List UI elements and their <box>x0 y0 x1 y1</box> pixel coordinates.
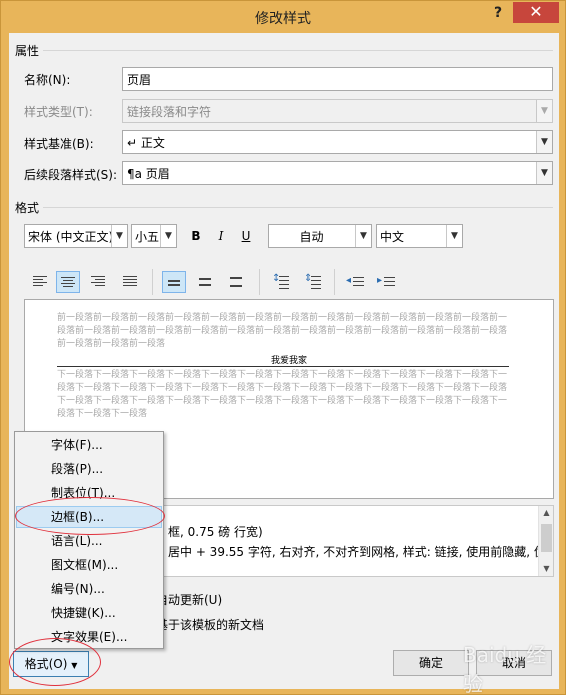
next-style-value: ¶a 页眉 <box>127 167 170 181</box>
decrease-indent-icon[interactable]: ◂ <box>344 271 368 293</box>
chevron-down-icon[interactable]: ▼ <box>536 131 552 153</box>
align-right-icon[interactable] <box>87 271 111 293</box>
style-type-label: 样式类型(T): <box>24 105 93 119</box>
justify-icon[interactable] <box>119 271 143 293</box>
format-divider <box>43 207 553 208</box>
increase-indent-icon[interactable]: ▸ <box>375 271 399 293</box>
scroll-down-icon[interactable]: ▼ <box>539 562 554 576</box>
align-left-icon[interactable] <box>29 271 53 293</box>
menu-item-paragraph[interactable]: 段落(P)... <box>16 458 162 480</box>
watermark-logo: Baidu 经验 <box>463 643 547 696</box>
format-dropdown-menu: 字体(F)... 段落(P)... 制表位(T)... 边框(B)... 语言(… <box>14 431 164 649</box>
close-button[interactable]: ✕ <box>513 2 559 23</box>
chevron-down-icon[interactable]: ▼ <box>160 225 176 247</box>
name-input[interactable]: 页眉 <box>122 67 553 91</box>
scroll-thumb[interactable] <box>541 524 552 552</box>
based-on-select[interactable]: ↵ 正文 ▼ <box>122 130 553 154</box>
toolbar-separator <box>152 269 153 295</box>
description-scrollbar[interactable]: ▲ ▼ <box>538 506 553 576</box>
help-button[interactable]: ? <box>489 5 507 25</box>
align-center-icon[interactable] <box>56 271 80 293</box>
preview-border-line <box>57 366 509 367</box>
annotation-ellipse-format <box>9 638 101 686</box>
scroll-up-icon[interactable]: ▲ <box>539 506 554 520</box>
single-spacing-icon[interactable] <box>162 271 186 293</box>
ok-button[interactable]: 确定 <box>393 650 469 676</box>
description-line-2: 居中 + 39.55 字符, 右对齐, 不对齐到网格, 样式: 链接, 使用前隐… <box>168 545 538 559</box>
toolbar-separator <box>334 269 335 295</box>
properties-section-label: 属性 <box>15 44 40 58</box>
font-select[interactable]: 宋体 (中文正文) ▼ <box>24 224 128 248</box>
chevron-down-icon[interactable]: ▼ <box>355 225 371 247</box>
menu-item-font[interactable]: 字体(F)... <box>16 434 162 456</box>
double-spacing-icon[interactable] <box>225 271 249 293</box>
dialog-body: 属性 名称(N): 页眉 样式类型(T): 链接段落和字符 ▼ 样式基准(B):… <box>9 33 559 689</box>
toolbar-separator <box>259 269 260 295</box>
bold-button[interactable]: B <box>185 225 207 247</box>
font-size-select[interactable]: 小五 ▼ <box>131 224 177 248</box>
auto-update-checkbox-label[interactable]: 自动更新(U) <box>156 591 222 608</box>
decrease-spacing-icon[interactable]: ⇕ <box>301 271 325 293</box>
font-color-value: 自动 <box>299 230 324 244</box>
font-value: 宋体 (中文正文) <box>28 230 114 244</box>
style-type-select: 链接段落和字符 ▼ <box>122 99 553 123</box>
language-select[interactable]: 中文 ▼ <box>376 224 463 248</box>
underline-button[interactable]: U <box>235 225 257 247</box>
title-bar[interactable]: 修改样式 ? ✕ <box>1 1 565 33</box>
menu-item-numbering[interactable]: 编号(N)... <box>16 578 162 600</box>
preview-next-paragraph: 下一段落下一段落下一段落下一段落下一段落下一段落下一段落下一段落下一段落下一段落… <box>57 370 508 419</box>
language-value: 中文 <box>380 230 405 244</box>
increase-spacing-icon[interactable]: ↕ <box>269 271 293 293</box>
preview-previous-paragraph: 前一段落前一段落前一段落前一段落前一段落前一段落前一段落前一段落前一段落前一段落… <box>57 313 508 349</box>
based-on-value: ↵ 正文 <box>127 136 165 150</box>
annotation-ellipse-border <box>15 497 165 535</box>
name-label: 名称(N): <box>24 73 71 87</box>
format-section-label: 格式 <box>15 201 40 215</box>
next-style-select[interactable]: ¶a 页眉 ▼ <box>122 161 553 185</box>
chevron-down-icon: ▼ <box>536 100 552 122</box>
italic-button[interactable]: I <box>210 225 232 247</box>
style-type-value: 链接段落和字符 <box>127 105 212 119</box>
description-line-1: 框, 0.75 磅 行宽) <box>168 525 263 539</box>
font-size-value: 小五 <box>135 230 160 244</box>
modify-style-dialog: 修改样式 ? ✕ 属性 名称(N): 页眉 样式类型(T): 链接段落和字符 ▼… <box>0 0 566 696</box>
chevron-down-icon[interactable]: ▼ <box>446 225 462 247</box>
font-color-select[interactable]: 自动 ▼ <box>268 224 372 248</box>
preview-sample-text: 我爱我家 <box>270 356 307 366</box>
one-half-spacing-icon[interactable] <box>194 271 218 293</box>
next-style-label: 后续段落样式(S): <box>24 168 118 182</box>
chevron-down-icon[interactable]: ▼ <box>111 225 127 247</box>
new-documents-option-label[interactable]: 基于该模板的新文档 <box>156 616 264 633</box>
dialog-title: 修改样式 <box>255 11 311 27</box>
properties-divider <box>43 50 553 51</box>
menu-item-frame[interactable]: 图文框(M)... <box>16 554 162 576</box>
chevron-down-icon[interactable]: ▼ <box>536 162 552 184</box>
based-on-label: 样式基准(B): <box>24 137 94 151</box>
menu-item-shortcut-key[interactable]: 快捷键(K)... <box>16 602 162 624</box>
